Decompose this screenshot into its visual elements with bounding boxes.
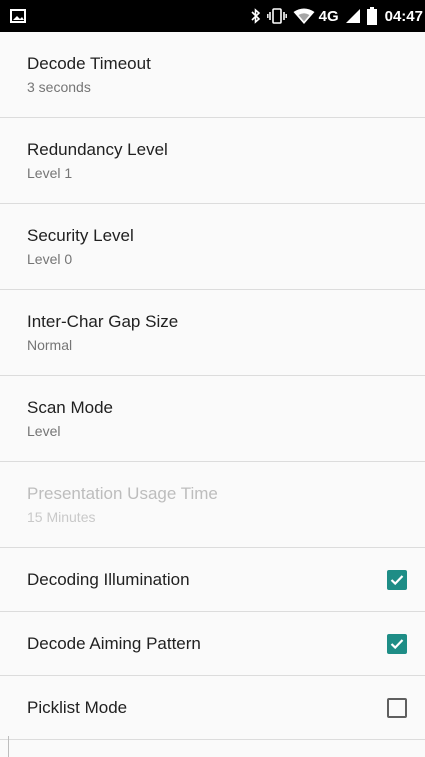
status-bar: 4G 04:47 [0, 0, 425, 32]
checkmark-icon [390, 638, 404, 649]
cell-signal-icon [345, 8, 361, 24]
pref-scan-mode[interactable]: Scan Mode Level [0, 376, 425, 462]
bluetooth-icon [251, 8, 261, 24]
preference-list: Decode Timeout 3 seconds Redundancy Leve… [0, 32, 425, 740]
pref-summary: Level 0 [27, 250, 73, 267]
battery-icon [366, 7, 377, 25]
pref-title: Picklist Mode [27, 697, 128, 717]
image-notification-icon [10, 9, 26, 23]
pref-decoding-illumination[interactable]: Decoding Illumination [0, 548, 425, 612]
pref-decode-timeout[interactable]: Decode Timeout 3 seconds [0, 32, 425, 118]
pref-summary: Level 1 [27, 164, 73, 181]
pref-security-level[interactable]: Security Level Level 0 [0, 204, 425, 290]
pref-summary: 3 seconds [27, 78, 91, 95]
pref-inter-char-gap-size[interactable]: Inter-Char Gap Size Normal [0, 290, 425, 376]
checkbox-checked[interactable] [387, 569, 407, 590]
pref-summary: 15 Minutes [27, 508, 96, 525]
pref-summary: Level [27, 422, 61, 439]
pref-title: Decode Aiming Pattern [27, 633, 201, 653]
pref-title: Scan Mode [27, 397, 113, 417]
pref-title: Security Level [27, 225, 134, 245]
list-edge-divider [8, 736, 9, 757]
vibrate-icon [266, 8, 287, 24]
pref-picklist-mode[interactable]: Picklist Mode [0, 676, 425, 740]
network-type-label: 4G [318, 7, 339, 25]
clock: 04:47 [384, 7, 423, 25]
checkbox-unchecked[interactable] [387, 697, 407, 718]
pref-title: Presentation Usage Time [27, 483, 218, 503]
pref-decode-aiming-pattern[interactable]: Decode Aiming Pattern [0, 612, 425, 676]
pref-title: Redundancy Level [27, 139, 168, 159]
pref-presentation-usage-time: Presentation Usage Time 15 Minutes [0, 462, 425, 548]
pref-redundancy-level[interactable]: Redundancy Level Level 1 [0, 118, 425, 204]
checkbox-checked[interactable] [387, 633, 407, 654]
checkmark-icon [390, 574, 404, 585]
pref-title: Decode Timeout [27, 53, 151, 73]
pref-title: Decoding Illumination [27, 569, 190, 589]
settings-screen: 4G 04:47 Decode Timeout 3 seconds Redund… [0, 0, 425, 757]
wifi-icon [293, 8, 315, 25]
pref-summary: Normal [27, 336, 73, 353]
pref-title: Inter-Char Gap Size [27, 311, 179, 331]
